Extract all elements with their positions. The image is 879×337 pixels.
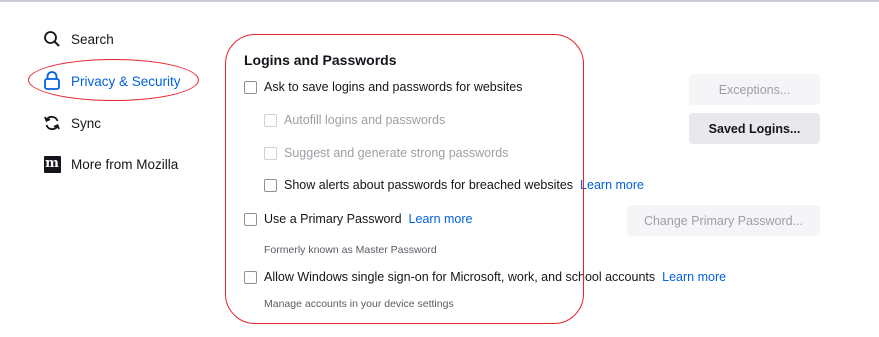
primary-password-hint: Formerly known as Master Password: [264, 244, 437, 256]
suggest-option: Suggest and generate strong passwords: [264, 146, 508, 160]
primary-password-label: Use a Primary Password: [264, 212, 402, 226]
ask-to-save-option[interactable]: Ask to save logins and passwords for web…: [244, 80, 522, 94]
suggest-label: Suggest and generate strong passwords: [284, 146, 509, 160]
breach-alerts-checkbox[interactable]: [264, 178, 277, 192]
suggest-checkbox: [264, 146, 277, 160]
windows-sso-hint: Manage accounts in your device settings: [264, 298, 454, 310]
sidebar-item-label: Privacy & Security: [71, 73, 181, 89]
ask-to-save-label: Ask to save logins and passwords for web…: [264, 80, 523, 94]
primary-learn-more-link[interactable]: Learn more: [409, 212, 473, 226]
top-divider: [0, 0, 879, 2]
ask-to-save-checkbox[interactable]: [244, 80, 257, 94]
breach-alerts-label: Show alerts about passwords for breached…: [284, 178, 574, 192]
mozilla-logo-icon: m: [43, 155, 61, 173]
autofill-option: Autofill logins and passwords: [264, 113, 445, 127]
sidebar-item-label: More from Mozilla: [71, 156, 179, 172]
autofill-label: Autofill logins and passwords: [284, 113, 446, 127]
sso-learn-more-link[interactable]: Learn more: [662, 270, 726, 284]
primary-password-checkbox[interactable]: [244, 212, 257, 226]
breach-alerts-option[interactable]: Show alerts about passwords for breached…: [264, 178, 644, 192]
windows-sso-label: Allow Windows single sign-on for Microso…: [264, 270, 656, 284]
primary-password-option[interactable]: Use a Primary Password Learn more: [244, 212, 472, 226]
sidebar-item-label: Search: [71, 31, 114, 47]
exceptions-button: Exceptions...: [689, 74, 820, 105]
saved-logins-button[interactable]: Saved Logins...: [689, 113, 820, 144]
sidebar-item-privacy-security[interactable]: Privacy & Security: [42, 71, 181, 91]
windows-sso-option[interactable]: Allow Windows single sign-on for Microso…: [244, 270, 726, 284]
windows-sso-checkbox[interactable]: [244, 270, 257, 284]
sync-icon: [42, 113, 62, 133]
section-title: Logins and Passwords: [244, 52, 397, 68]
sidebar-item-sync[interactable]: Sync: [42, 113, 101, 133]
search-icon: [42, 29, 62, 49]
autofill-checkbox: [264, 113, 277, 127]
breach-learn-more-link[interactable]: Learn more: [580, 178, 644, 192]
lock-icon: [42, 71, 62, 91]
change-primary-password-button: Change Primary Password...: [627, 205, 820, 236]
sidebar-item-more-from-mozilla[interactable]: m More from Mozilla: [42, 154, 178, 174]
sidebar-item-search[interactable]: Search: [42, 29, 114, 49]
sidebar-item-label: Sync: [71, 115, 102, 131]
